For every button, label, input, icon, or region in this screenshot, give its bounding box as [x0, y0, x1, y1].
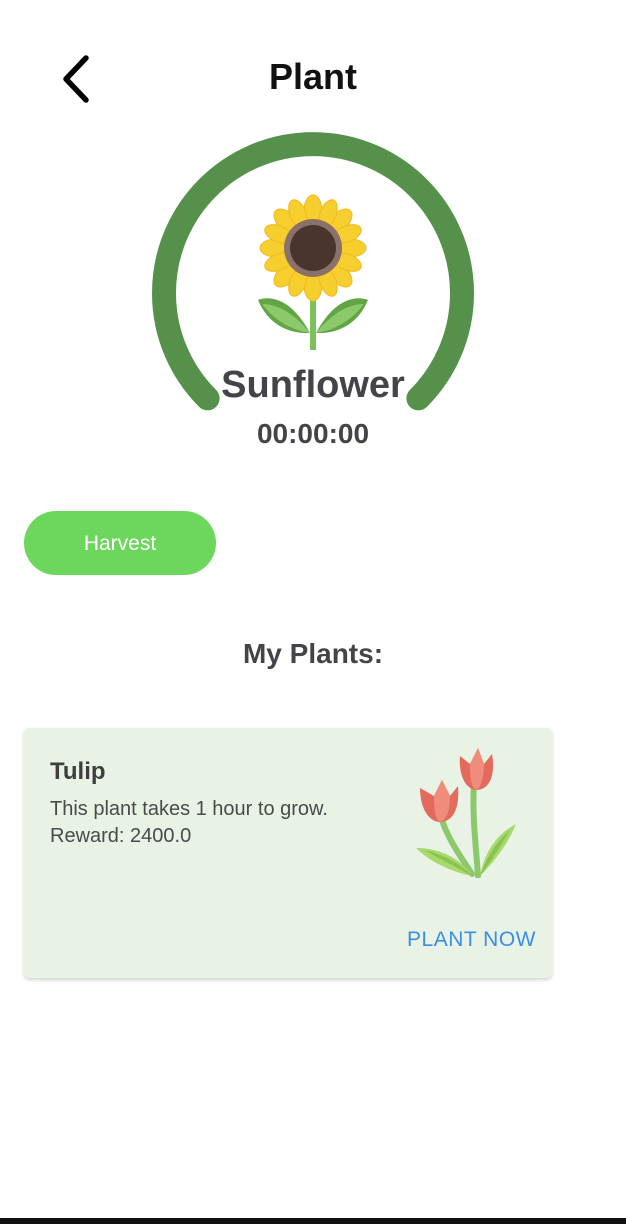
tulip-icon [412, 736, 522, 879]
current-plant-name: Sunflower [221, 364, 405, 406]
plant-now-button[interactable]: PLANT NOW [407, 928, 536, 952]
plant-card-title: Tulip [50, 758, 106, 785]
harvest-button[interactable]: Harvest [24, 511, 216, 575]
plant-card-description: This plant takes 1 hour to grow. [50, 798, 328, 820]
growth-timer: 00:00:00 [256, 418, 370, 449]
page-title: Plant [268, 56, 357, 97]
plant-card-tulip: Tulip This plant takes 1 hour to grow. R… [24, 728, 552, 978]
plant-card-reward: Reward: 2400.0 [50, 825, 192, 847]
my-plants-heading: My Plants: [242, 638, 384, 669]
sunflower-icon [258, 194, 368, 350]
bottom-edge-bar [0, 1218, 626, 1224]
